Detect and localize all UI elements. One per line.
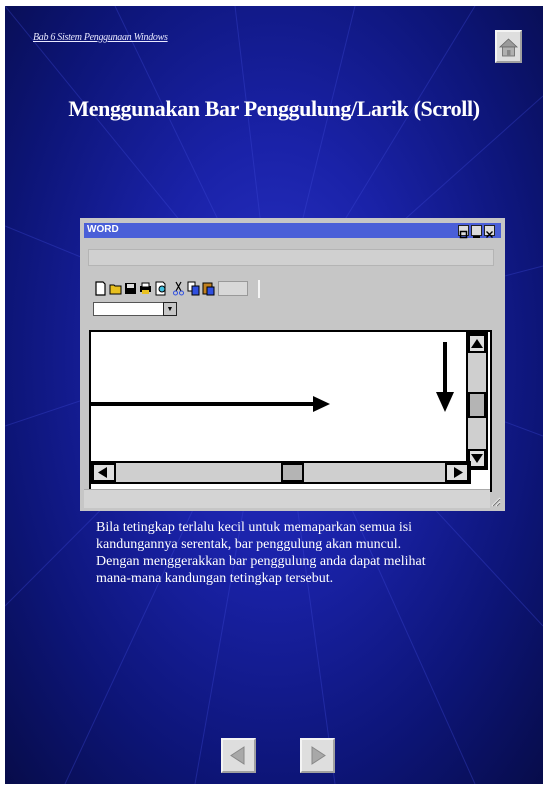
toolbar	[92, 280, 260, 298]
arrow-up-icon	[471, 339, 483, 348]
scroll-left-button[interactable]	[92, 463, 116, 482]
open-button[interactable]	[109, 281, 122, 296]
horizontal-scrollbar[interactable]	[90, 461, 471, 484]
cut-icon	[173, 281, 184, 296]
font-combo[interactable]: ▼	[93, 302, 177, 316]
minimize-icon	[473, 236, 480, 238]
copy-button[interactable]	[187, 281, 200, 296]
description-text: Bila tetingkap terlalu kecil untuk memap…	[96, 520, 426, 586]
next-arrow-icon	[311, 746, 326, 765]
new-doc-icon	[95, 281, 106, 296]
page-title: Menggunakan Bar Penggulung/Larik (Scroll…	[68, 96, 480, 121]
restore-button[interactable]	[458, 225, 469, 239]
vertical-scroll-thumb[interactable]	[468, 392, 486, 418]
restore-icon	[459, 230, 468, 239]
window-title: WORD	[87, 224, 119, 235]
breadcrumb[interactable]: Bab 6 Sistem Penggunaan Windows	[33, 32, 168, 43]
prev-slide-button[interactable]	[221, 738, 256, 773]
minimize-button[interactable]	[471, 225, 482, 238]
print-icon	[140, 282, 151, 294]
resize-grip-icon[interactable]	[489, 495, 501, 507]
toolbar-blank-button[interactable]	[218, 281, 248, 296]
next-slide-button[interactable]	[300, 738, 335, 773]
save-icon	[125, 283, 136, 294]
chevron-down-icon[interactable]: ▼	[163, 302, 177, 316]
print-preview-icon	[155, 281, 166, 296]
paste-button[interactable]	[202, 281, 215, 296]
paste-icon	[202, 282, 215, 296]
close-icon	[486, 231, 493, 238]
new-doc-button[interactable]	[94, 281, 107, 296]
copy-icon	[187, 281, 200, 296]
cut-button[interactable]	[172, 281, 185, 296]
save-button[interactable]	[124, 281, 137, 296]
scroll-up-button[interactable]	[468, 334, 486, 353]
status-bar	[84, 489, 490, 508]
home-button[interactable]	[495, 30, 522, 63]
scroll-right-button[interactable]	[445, 463, 469, 482]
arrow-down-icon	[471, 454, 483, 463]
open-folder-icon	[109, 284, 122, 295]
window-titlebar[interactable]: WORD	[84, 223, 501, 239]
home-icon	[498, 38, 519, 57]
word-window: WORD ▼	[80, 218, 505, 511]
close-button[interactable]	[484, 225, 495, 238]
menu-bar[interactable]	[88, 249, 494, 266]
arrow-right-icon	[454, 467, 463, 478]
arrow-left-icon	[98, 467, 107, 478]
horizontal-scroll-thumb[interactable]	[281, 463, 304, 482]
vertical-scrollbar[interactable]	[466, 332, 488, 470]
slide-page: Bab 6 Sistem Penggunaan Windows Mengguna…	[5, 6, 543, 784]
print-preview-button[interactable]	[154, 281, 167, 296]
prev-arrow-icon	[230, 746, 245, 765]
print-button[interactable]	[139, 281, 152, 296]
